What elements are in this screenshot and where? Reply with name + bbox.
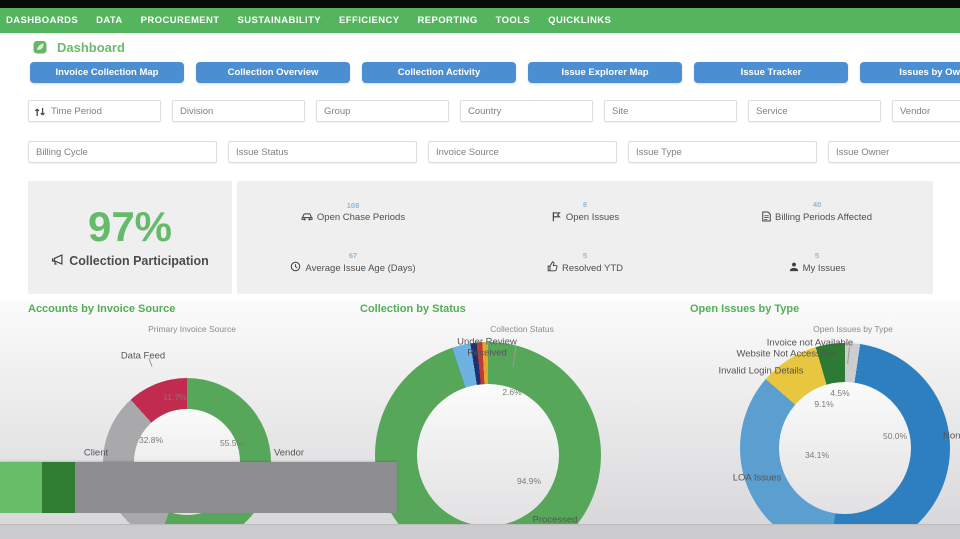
kpi-value: 40 [762, 200, 872, 211]
billing-cycle-filter[interactable] [28, 141, 217, 163]
slice-pct-processed: 94.9% [517, 476, 541, 486]
kpi-value: 5 [789, 251, 846, 262]
progress-played-segment [0, 462, 42, 513]
group-filter[interactable] [316, 100, 449, 122]
issues-by-owner-button[interactable]: Issues by Owner [860, 62, 960, 83]
participation-label: Collection Participation [69, 254, 209, 268]
kpi-value: 5 [547, 251, 623, 262]
leaf-app-icon [32, 39, 48, 55]
time-period-filter[interactable] [28, 100, 161, 122]
thumbs-up-icon [547, 261, 558, 275]
kpi-label: Resolved YTD [562, 263, 623, 274]
dashboard-page: DASHBOARDS DATA PROCUREMENT SUSTAINABILI… [0, 0, 960, 539]
slice-pct-website-not-accessible: 4.5% [830, 388, 849, 398]
slice-label-under-review: Under Review [457, 337, 517, 348]
nav-item-sustainability[interactable]: SUSTAINABILITY [238, 15, 322, 26]
nav-item-data[interactable]: DATA [96, 15, 123, 26]
kpi-value: 108 [301, 201, 405, 212]
slice-pct-data-feed: 11.7% [163, 392, 186, 402]
kpi-billing-periods-affected: 40 Billing Periods Affected [762, 200, 872, 225]
kpi-label: Open Issues [566, 212, 619, 223]
slice-label-client: Client [84, 448, 108, 459]
chart-subtitle: Primary Invoice Source [148, 324, 236, 334]
nav-item-reporting[interactable]: REPORTING [418, 15, 478, 26]
chart-open-issues-by-type: Open Issues by Type Open Issues by Type … [660, 300, 960, 539]
main-nav: DASHBOARDS DATA PROCUREMENT SUSTAINABILI… [0, 8, 960, 33]
slice-pct-non-response: 50.0% [883, 431, 907, 441]
kpi-open-issues: 8 Open Issues [551, 200, 619, 225]
issue-type-filter[interactable] [628, 141, 817, 163]
nav-item-tools[interactable]: TOOLS [496, 15, 531, 26]
kpi-average-issue-age: 67 Average Issue Age (Days) [290, 251, 415, 276]
kpi-label: Average Issue Age (Days) [305, 263, 415, 274]
service-filter[interactable] [748, 100, 881, 122]
chart-title: Open Issues by Type [690, 303, 799, 315]
slice-label-non-response: Non R [943, 431, 960, 442]
chart-title: Collection by Status [360, 303, 466, 315]
nav-item-efficiency[interactable]: EFFICIENCY [339, 15, 399, 26]
person-icon [789, 262, 799, 275]
invoice-source-filter[interactable] [428, 141, 617, 163]
nav-item-dashboards[interactable]: DASHBOARDS [6, 15, 78, 26]
flag-icon [551, 211, 562, 225]
slice-label-vendor: Vendor [274, 448, 304, 459]
slice-pct-received: 2.6% [502, 387, 521, 397]
slice-label-received: Received [467, 348, 507, 359]
issue-status-filter[interactable] [228, 141, 417, 163]
division-filter[interactable] [172, 100, 305, 122]
filter-row-1 [28, 100, 960, 122]
site-filter[interactable] [604, 100, 737, 122]
letterbox-strip [0, 0, 960, 8]
car-icon [301, 212, 313, 224]
collection-overview-button[interactable]: Collection Overview [196, 62, 350, 83]
slice-label-data-feed: Data Feed [121, 351, 165, 362]
kpi-my-issues: 5 My Issues [789, 251, 846, 275]
kpi-label: Open Chase Periods [317, 212, 405, 223]
filter-row-2 [28, 141, 960, 163]
kpi-resolved-ytd: 5 Resolved YTD [547, 251, 623, 276]
issue-explorer-map-button[interactable]: Issue Explorer Map [528, 62, 682, 83]
invoice-collection-map-button[interactable]: Invoice Collection Map [30, 62, 184, 83]
chart-title: Accounts by Invoice Source [28, 303, 175, 315]
sort-arrows-icon [34, 105, 46, 117]
nav-item-quicklinks[interactable]: QUICKLINKS [548, 15, 611, 26]
donut-collection-status[interactable] [375, 342, 601, 539]
kpi-value: 67 [290, 251, 415, 262]
country-filter[interactable] [460, 100, 593, 122]
donut-invoice-source[interactable] [103, 378, 271, 539]
collection-activity-button[interactable]: Collection Activity [362, 62, 516, 83]
collection-participation-card: 97% Collection Participation [28, 181, 232, 294]
kpi-open-chase-periods: 108 Open Chase Periods [301, 201, 405, 224]
chart-subtitle: Open Issues by Type [813, 324, 893, 334]
slice-pct-client: 32.8% [139, 435, 163, 445]
kpi-stats-card: 108 Open Chase Periods 8 Open Issues 40 … [237, 181, 933, 294]
kpi-value: 8 [551, 200, 619, 211]
slice-label-loa-issues: LOA Issues [733, 473, 782, 484]
slice-label-invalid-login-details: Invalid Login Details [718, 366, 803, 377]
slice-pct-loa-issues: 34.1% [805, 450, 829, 460]
megaphone-icon [51, 253, 65, 269]
document-icon [762, 211, 771, 225]
progress-buffered-segment [42, 462, 75, 513]
issue-tracker-button[interactable]: Issue Tracker [694, 62, 848, 83]
kpi-label: Billing Periods Affected [775, 212, 872, 223]
page-title: Dashboard [57, 40, 125, 55]
dashboard-tabs: Invoice Collection Map Collection Overvi… [30, 62, 960, 83]
chart-subtitle: Collection Status [490, 324, 554, 334]
slice-label-invoice-not-available: Invoice not Available [767, 338, 853, 349]
issue-owner-filter[interactable] [828, 141, 960, 163]
vendor-filter[interactable] [892, 100, 960, 122]
clock-icon [290, 261, 301, 275]
page-header: Dashboard [0, 33, 960, 61]
participation-value: 97% [88, 206, 172, 248]
bottom-band [0, 524, 960, 539]
kpi-label: My Issues [803, 263, 846, 274]
slice-pct-invalid-login-details: 9.1% [814, 399, 833, 409]
nav-item-procurement[interactable]: PROCUREMENT [141, 15, 220, 26]
video-progress-bar[interactable] [0, 462, 397, 513]
slice-label-website-not-accessible: Website Not Accessible [736, 349, 835, 360]
slice-pct-vendor: 55.5% [220, 438, 244, 448]
